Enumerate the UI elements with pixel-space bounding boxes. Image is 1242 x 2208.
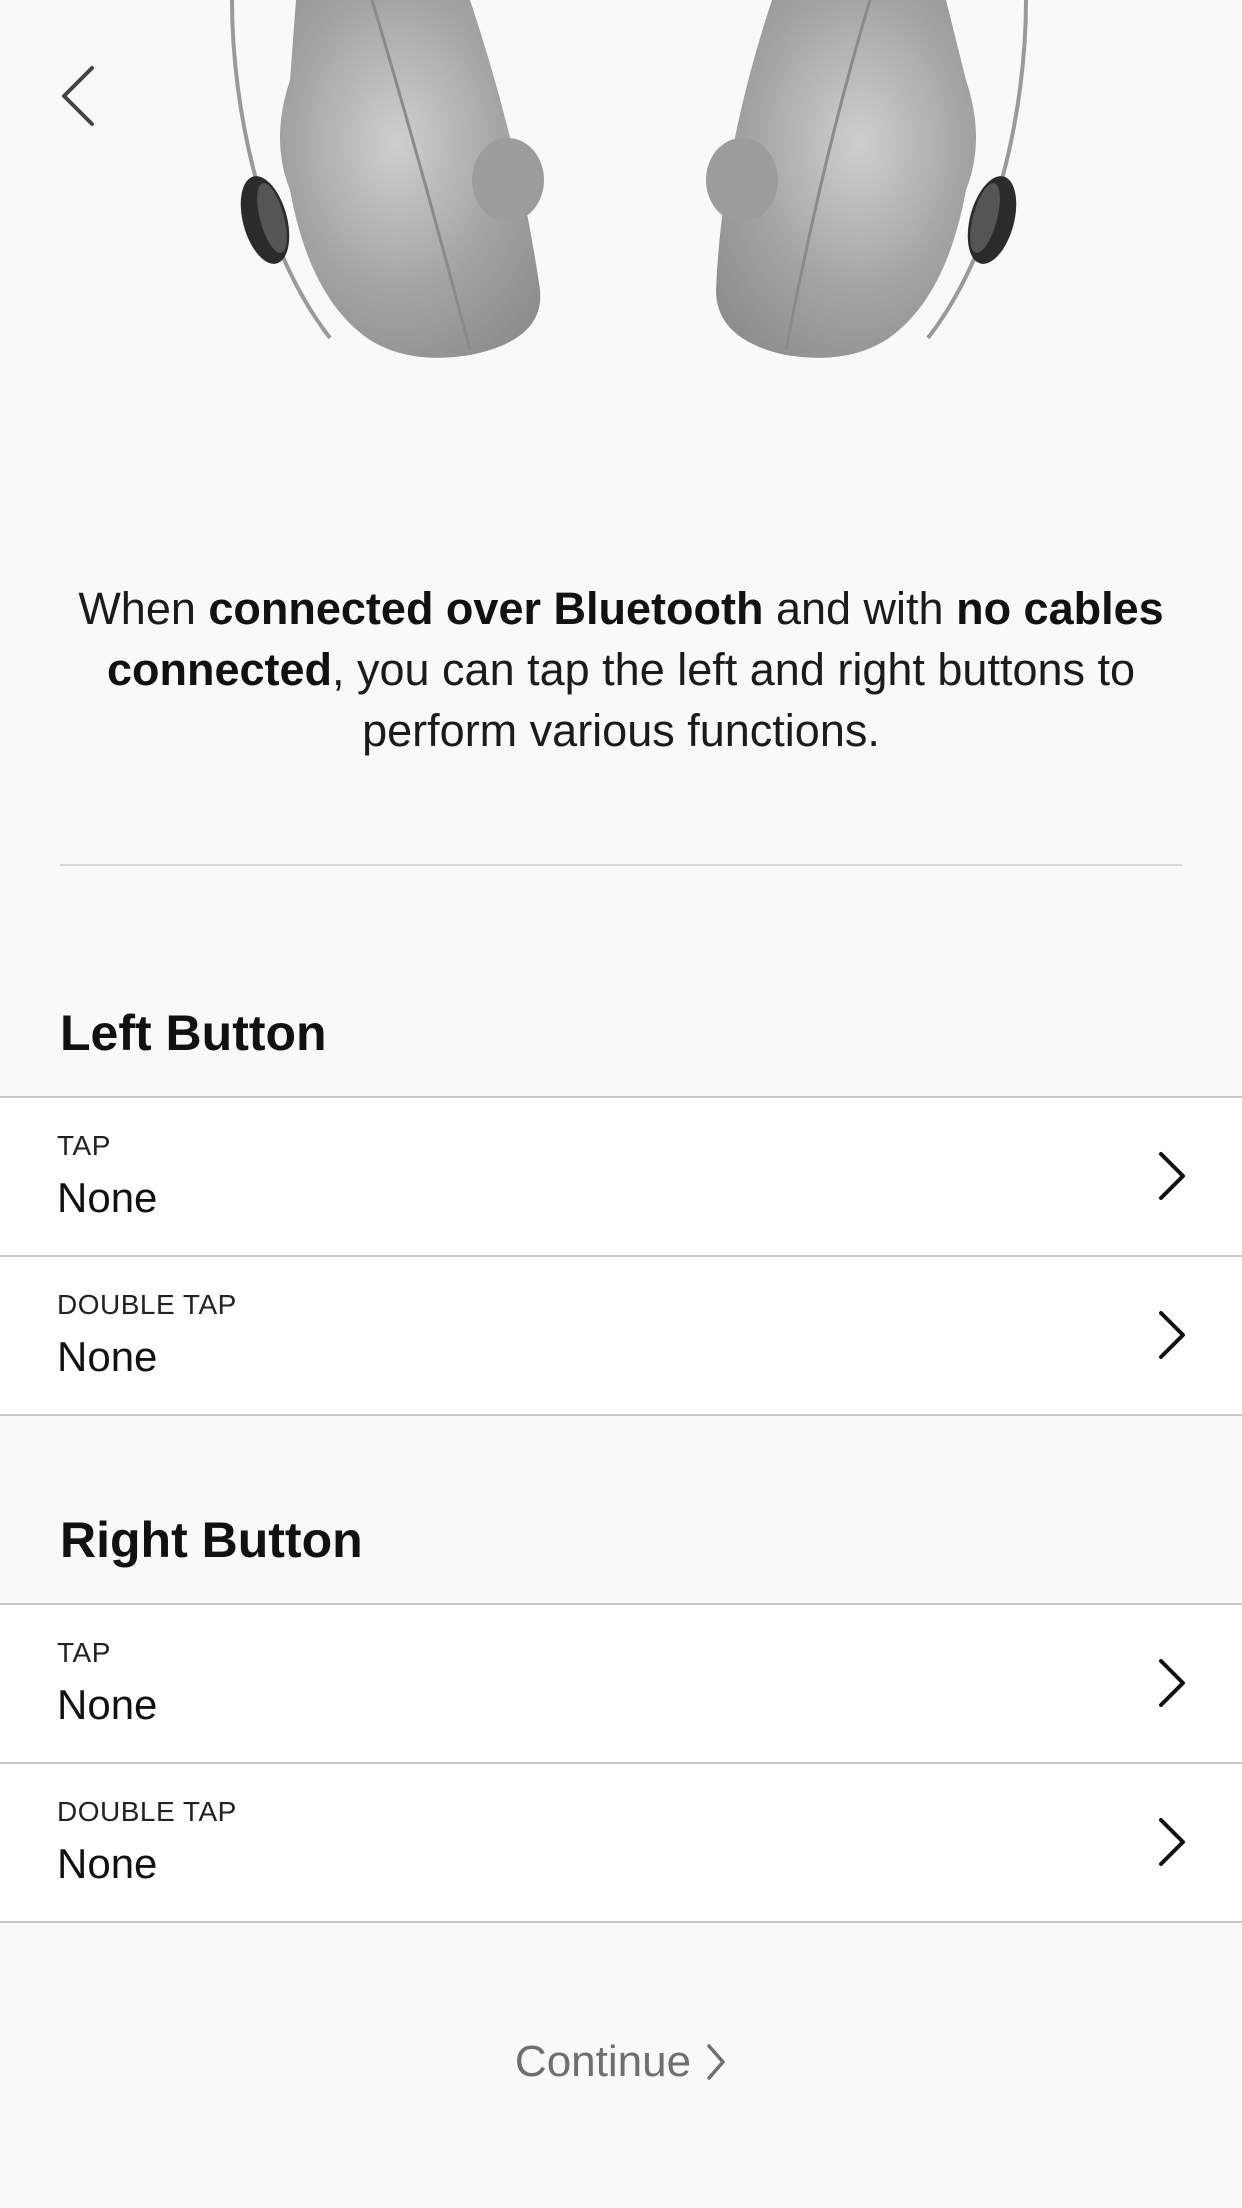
intro-part-1: When: [78, 583, 209, 634]
right-button-title: Right Button: [60, 1512, 363, 1568]
row-value: None: [57, 1174, 158, 1221]
back-button[interactable]: [52, 60, 102, 132]
right-button-list: TAP None DOUBLE TAP None: [0, 1603, 1242, 1923]
intro-text: When connected over Bluetooth and with n…: [50, 578, 1192, 761]
continue-button[interactable]: Continue: [471, 2030, 771, 2094]
left-double-tap-row[interactable]: DOUBLE TAP None: [0, 1257, 1242, 1416]
chevron-right-icon: [1159, 1659, 1185, 1707]
section-divider: [60, 864, 1182, 866]
intro-part-2: and with: [763, 583, 957, 634]
chevron-right-icon: [1159, 1152, 1185, 1200]
headphones-image: [230, 0, 1028, 358]
headphones-illustration: [0, 0, 1242, 380]
chevron-right-icon: [1159, 1818, 1185, 1866]
intro-bold-bluetooth: connected over Bluetooth: [208, 583, 764, 634]
left-button-title: Left Button: [60, 1005, 327, 1061]
row-value: None: [57, 1840, 158, 1887]
right-tap-row[interactable]: TAP None: [0, 1605, 1242, 1764]
left-button-list: TAP None DOUBLE TAP None: [0, 1096, 1242, 1416]
row-value: None: [57, 1333, 158, 1380]
continue-label: Continue: [514, 2037, 692, 2086]
left-tap-row[interactable]: TAP None: [0, 1098, 1242, 1257]
intro-part-3: , you can tap the left and right buttons…: [332, 644, 1136, 756]
row-label: TAP: [57, 1130, 111, 1161]
button-settings-screen: When connected over Bluetooth and with n…: [0, 0, 1242, 2208]
right-double-tap-row[interactable]: DOUBLE TAP None: [0, 1764, 1242, 1923]
chevron-left-icon: [62, 66, 94, 126]
row-label: DOUBLE TAP: [57, 1289, 237, 1320]
row-label: DOUBLE TAP: [57, 1796, 237, 1827]
chevron-right-icon: [1159, 1311, 1185, 1359]
row-value: None: [57, 1681, 158, 1728]
chevron-right-icon: [707, 2044, 725, 2080]
row-label: TAP: [57, 1637, 111, 1668]
